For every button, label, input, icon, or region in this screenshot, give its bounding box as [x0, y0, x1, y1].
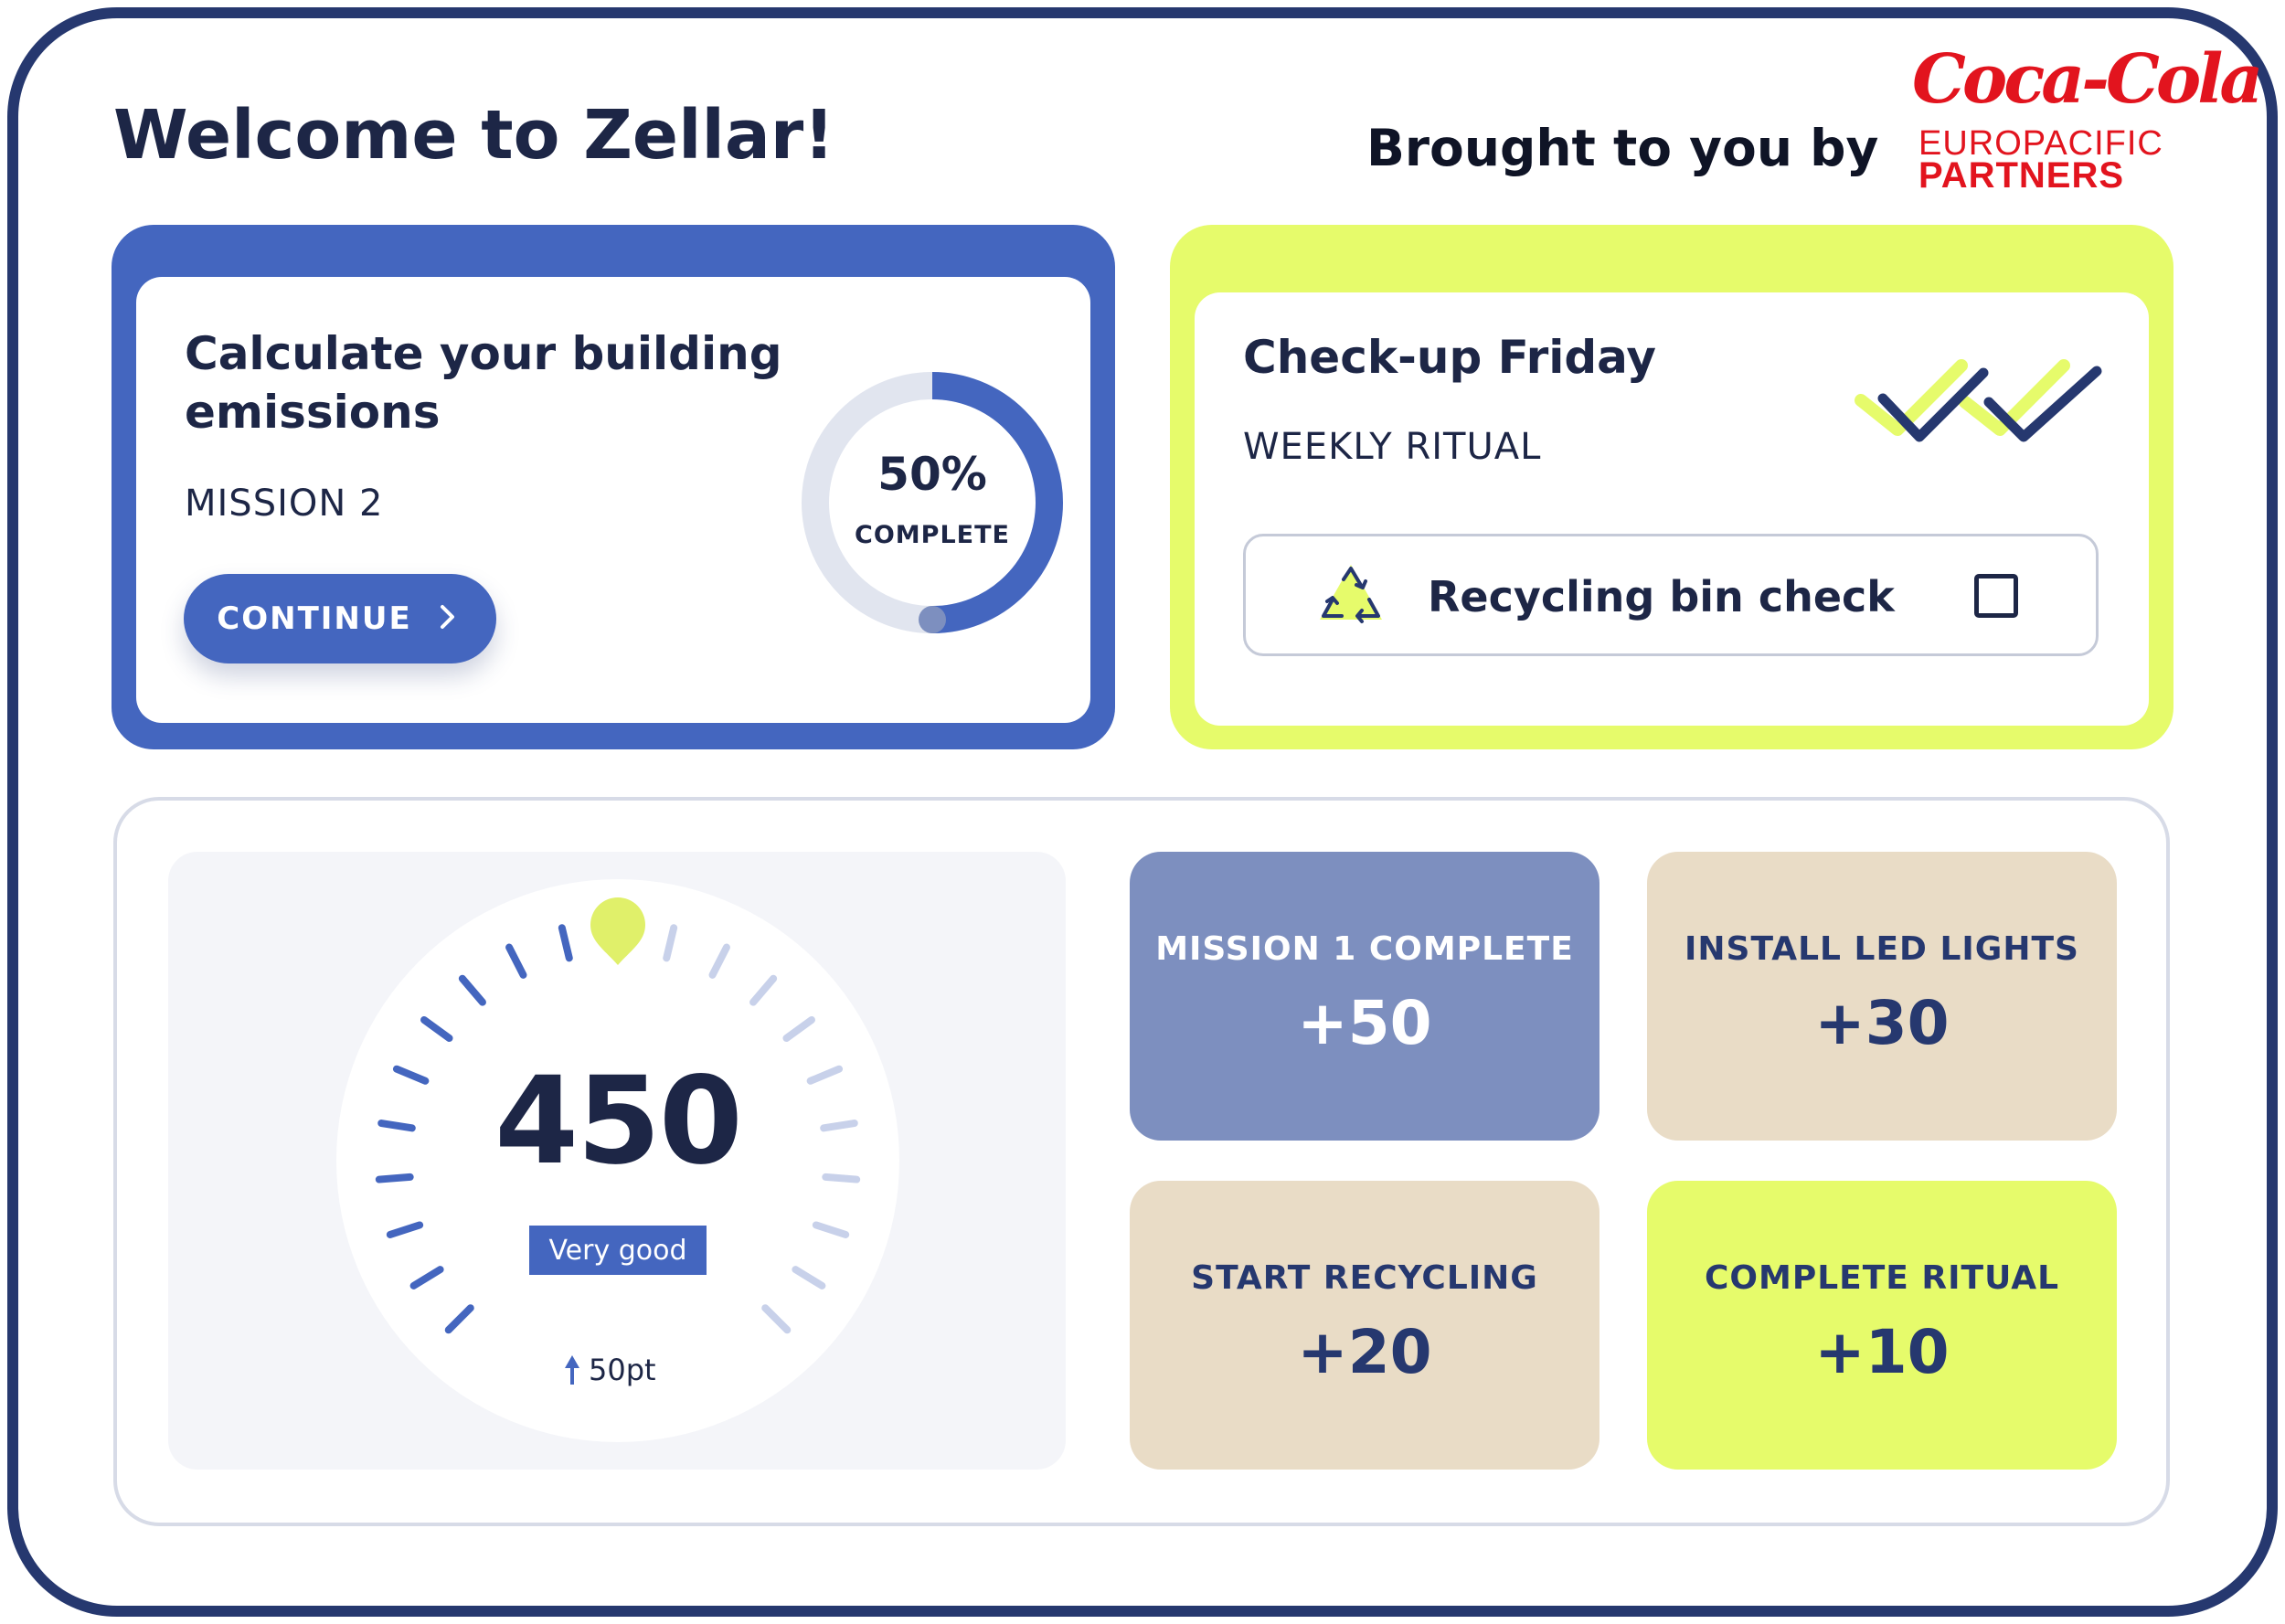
arrow-up-icon — [565, 1355, 579, 1385]
continue-button-label: CONTINUE — [217, 600, 412, 637]
reward-tile-led-lights[interactable]: INSTALL LED LIGHTS +30 — [1647, 852, 2117, 1141]
sponsor-logo-script: Coca-Cola — [1912, 40, 2263, 119]
recycle-icon — [1320, 565, 1382, 623]
reward-tile-points: +50 — [1297, 988, 1432, 1058]
reward-tile-label: START RECYCLING — [1191, 1259, 1538, 1297]
reward-tile-label: MISSION 1 COMPLETE — [1155, 930, 1574, 968]
rating-label: Very good — [548, 1234, 687, 1267]
ritual-subtitle: WEEKLY RITUAL — [1243, 426, 1542, 468]
mission-subtitle: MISSION 2 — [185, 483, 384, 525]
reward-tile-points: +30 — [1814, 988, 1950, 1058]
ritual-task-checkbox[interactable] — [1974, 574, 2018, 618]
rating-badge: Very good — [529, 1226, 707, 1275]
reward-tile-points: +10 — [1814, 1317, 1950, 1387]
page-title: Welcome to Zellar! — [113, 96, 835, 175]
score-change: 50pt — [563, 1350, 656, 1390]
double-check-icon — [1855, 359, 2102, 442]
ritual-task-label: Recycling bin check — [1428, 572, 1895, 621]
chevron-right-icon — [438, 598, 458, 640]
continue-button[interactable]: CONTINUE — [184, 574, 496, 663]
mission-progress-knob — [919, 606, 946, 633]
mission-progress-percent: 50% — [877, 448, 987, 501]
reward-tile-label: INSTALL LED LIGHTS — [1685, 930, 2079, 968]
sponsor-text: Brought to you by — [1366, 119, 1879, 177]
reward-tile-ritual[interactable]: COMPLETE RITUAL +10 — [1647, 1181, 2117, 1470]
sponsor-logo-line2: PARTNERS — [1918, 155, 2125, 196]
reward-tile-label: COMPLETE RITUAL — [1704, 1259, 2060, 1297]
reward-tile-points: +20 — [1297, 1317, 1432, 1387]
reward-tile-recycling[interactable]: START RECYCLING +20 — [1130, 1181, 1600, 1470]
reward-tile-mission-1[interactable]: MISSION 1 COMPLETE +50 — [1130, 852, 1600, 1141]
mission-progress-label: COMPLETE — [855, 521, 1010, 549]
sponsor-logo: Coca-Cola EUROPACIFIC PARTNERS — [1912, 40, 2263, 196]
score-change-value: 50pt — [589, 1353, 656, 1387]
score-value: 450 — [494, 1051, 743, 1192]
mission-progress-ring — [802, 372, 1063, 633]
mission-title: Calculate your building emissions — [185, 327, 782, 439]
ritual-title: Check-up Friday — [1243, 331, 1656, 384]
